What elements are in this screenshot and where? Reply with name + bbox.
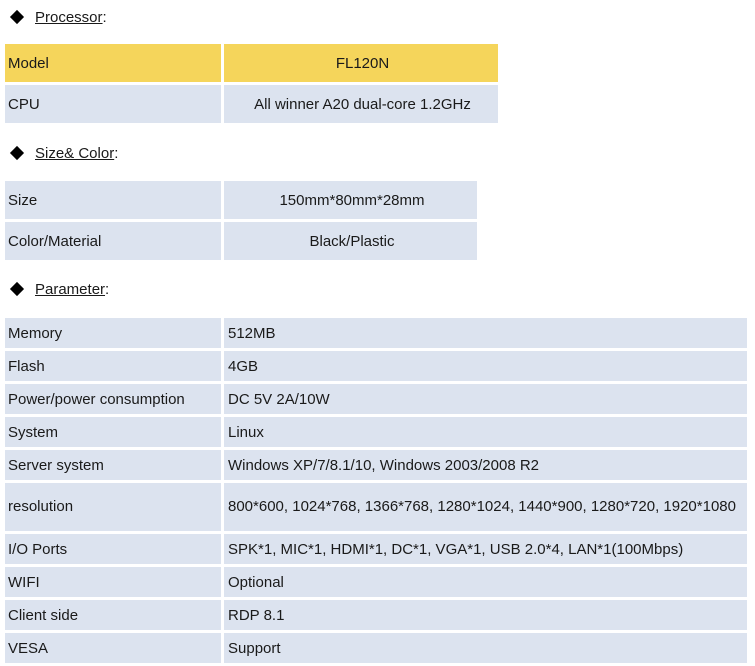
table-row: VESA Support	[5, 633, 747, 666]
table-row: I/O Ports SPK*1, MIC*1, HDMI*1, DC*1, VG…	[5, 534, 747, 567]
table-row: Size 150mm*80mm*28mm	[5, 181, 477, 222]
row-value: SPK*1, MIC*1, HDMI*1, DC*1, VGA*1, USB 2…	[224, 534, 747, 567]
row-label: VESA	[5, 633, 224, 666]
row-value: Optional	[224, 567, 747, 600]
parameter-heading-text: Parameter	[35, 280, 106, 298]
table-row: Memory 512MB	[5, 318, 747, 351]
table-row: Model FL120N	[5, 44, 498, 85]
row-value: 4GB	[224, 351, 747, 384]
row-label: WIFI	[5, 567, 224, 600]
row-label: Client side	[5, 600, 224, 633]
diamond-bullet-icon	[9, 145, 25, 161]
table-row: Flash 4GB	[5, 351, 747, 384]
diamond-bullet-icon	[9, 9, 25, 25]
size-color-heading: Size& Color:	[9, 141, 118, 165]
table-row: Power/power consumption DC 5V 2A/10W	[5, 384, 747, 417]
row-label: System	[5, 417, 224, 450]
row-value: 800*600, 1024*768, 1366*768, 1280*1024, …	[224, 483, 747, 534]
row-value: FL120N	[224, 44, 498, 85]
row-label: resolution	[5, 483, 224, 534]
row-label: Power/power consumption	[5, 384, 224, 417]
parameter-table: Memory 512MB Flash 4GB Power/power consu…	[5, 318, 747, 666]
row-value: All winner A20 dual-core 1.2GHz	[224, 85, 498, 126]
row-value: Support	[224, 633, 747, 666]
processor-heading: Processor:	[9, 5, 107, 29]
row-label: Model	[5, 44, 224, 85]
processor-table: Model FL120N CPU All winner A20 dual-cor…	[5, 44, 498, 126]
table-row: CPU All winner A20 dual-core 1.2GHz	[5, 85, 498, 126]
row-label: Server system	[5, 450, 224, 483]
row-label: Flash	[5, 351, 224, 384]
row-value: RDP 8.1	[224, 600, 747, 633]
table-row: Server system Windows XP/7/8.1/10, Windo…	[5, 450, 747, 483]
row-label: CPU	[5, 85, 224, 126]
processor-heading-text: Processor	[35, 8, 103, 26]
row-value: Windows XP/7/8.1/10, Windows 2003/2008 R…	[224, 450, 747, 483]
row-label: I/O Ports	[5, 534, 224, 567]
row-value: DC 5V 2A/10W	[224, 384, 747, 417]
row-value: 150mm*80mm*28mm	[224, 181, 477, 222]
row-label: Memory	[5, 318, 224, 351]
diamond-bullet-icon	[9, 281, 25, 297]
table-row: resolution 800*600, 1024*768, 1366*768, …	[5, 483, 747, 534]
row-label: Color/Material	[5, 222, 224, 263]
row-value: Linux	[224, 417, 747, 450]
table-row: WIFI Optional	[5, 567, 747, 600]
table-row: System Linux	[5, 417, 747, 450]
row-label: Size	[5, 181, 224, 222]
table-row: Color/Material Black/Plastic	[5, 222, 477, 263]
parameter-heading: Parameter:	[9, 277, 109, 301]
row-value: Black/Plastic	[224, 222, 477, 263]
table-row: Client side RDP 8.1	[5, 600, 747, 633]
row-value: 512MB	[224, 318, 747, 351]
size-color-table: Size 150mm*80mm*28mm Color/Material Blac…	[5, 181, 477, 263]
size-color-heading-text: Size& Color	[35, 144, 115, 162]
